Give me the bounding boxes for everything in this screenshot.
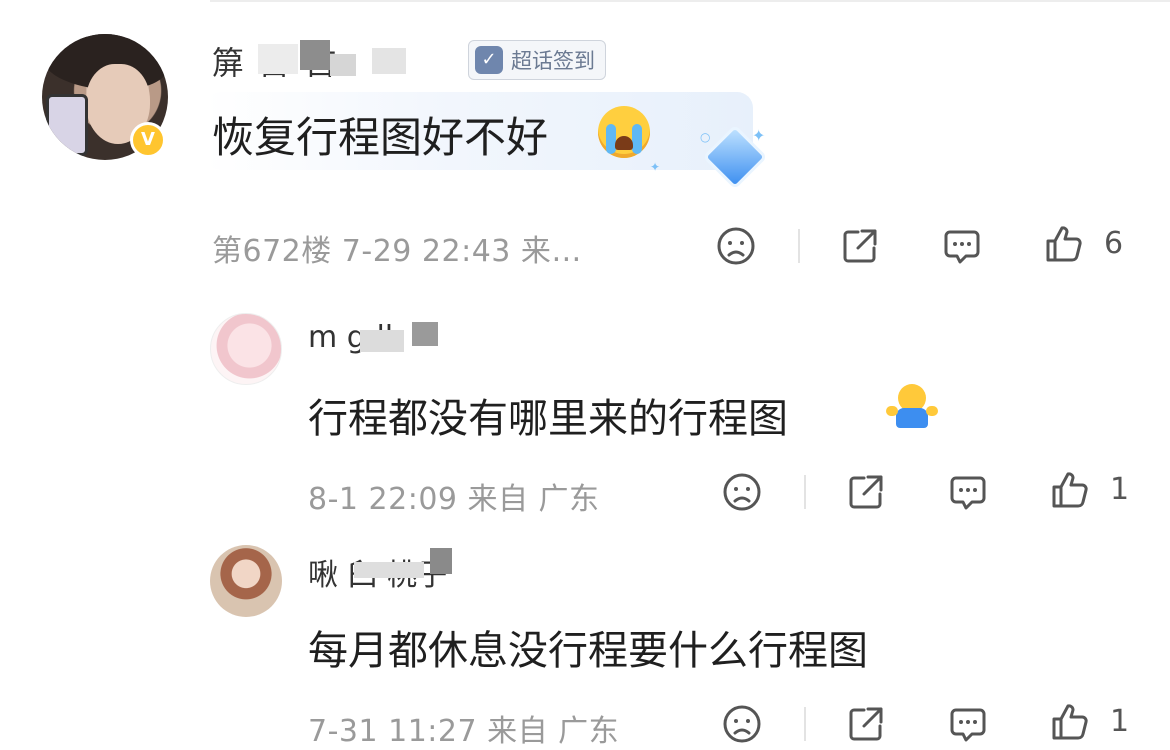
like-thumb-icon[interactable]: [1044, 224, 1084, 264]
comment-icon[interactable]: [948, 704, 988, 744]
username-mosaic: [300, 40, 330, 70]
username-mosaic: [330, 54, 356, 76]
username-mosaic: [354, 562, 424, 578]
like-thumb-icon[interactable]: [1050, 470, 1090, 510]
reply-meta: 8-1 22:09 来自 广东: [308, 482, 600, 517]
username-mosaic: [372, 48, 406, 74]
like-count: 1: [1110, 704, 1130, 739]
username-mosaic: [412, 322, 438, 346]
check-icon: ✓: [475, 46, 503, 74]
user-avatar[interactable]: [210, 545, 282, 617]
reply-text: 行程都没有哪里来的行程图: [308, 396, 788, 442]
badge-label: 超话签到: [511, 49, 595, 73]
share-icon[interactable]: [846, 472, 886, 512]
dislike-face-icon[interactable]: [722, 704, 762, 744]
comment-icon[interactable]: [948, 472, 988, 512]
share-icon[interactable]: [846, 704, 886, 744]
comment-text: 恢复行程图好不好: [212, 113, 549, 162]
top-divider: [210, 0, 1170, 2]
supertopic-checkin-badge[interactable]: ✓ 超话签到: [468, 40, 606, 80]
crying-face-icon: [598, 106, 650, 158]
comment-icon[interactable]: [942, 226, 982, 266]
dislike-face-icon[interactable]: [716, 226, 756, 266]
sparkle-icon: ✦: [650, 160, 661, 174]
username-mosaic: [360, 330, 404, 352]
action-separator: [804, 475, 806, 509]
like-count: 6: [1104, 226, 1124, 261]
shrug-emoji-icon: [886, 384, 938, 430]
action-separator: [798, 229, 800, 263]
share-icon[interactable]: [840, 226, 880, 266]
user-avatar[interactable]: [210, 313, 282, 385]
sparkle-icon: ✦: [752, 126, 766, 145]
verified-badge-icon: V: [130, 122, 166, 158]
dislike-face-icon[interactable]: [722, 472, 762, 512]
username-mosaic: [430, 548, 452, 574]
like-count: 1: [1110, 472, 1130, 507]
comment-meta: 第672楼 7-29 22:43 来…: [212, 234, 582, 269]
reply-text: 每月都休息没行程要什么行程图: [308, 628, 868, 674]
action-separator: [804, 707, 806, 741]
like-thumb-icon[interactable]: [1050, 702, 1090, 742]
reply-meta: 7-31 11:27 来自 广东: [308, 714, 620, 749]
sparkle-icon: ○: [700, 130, 711, 144]
username-mosaic: [258, 44, 298, 74]
